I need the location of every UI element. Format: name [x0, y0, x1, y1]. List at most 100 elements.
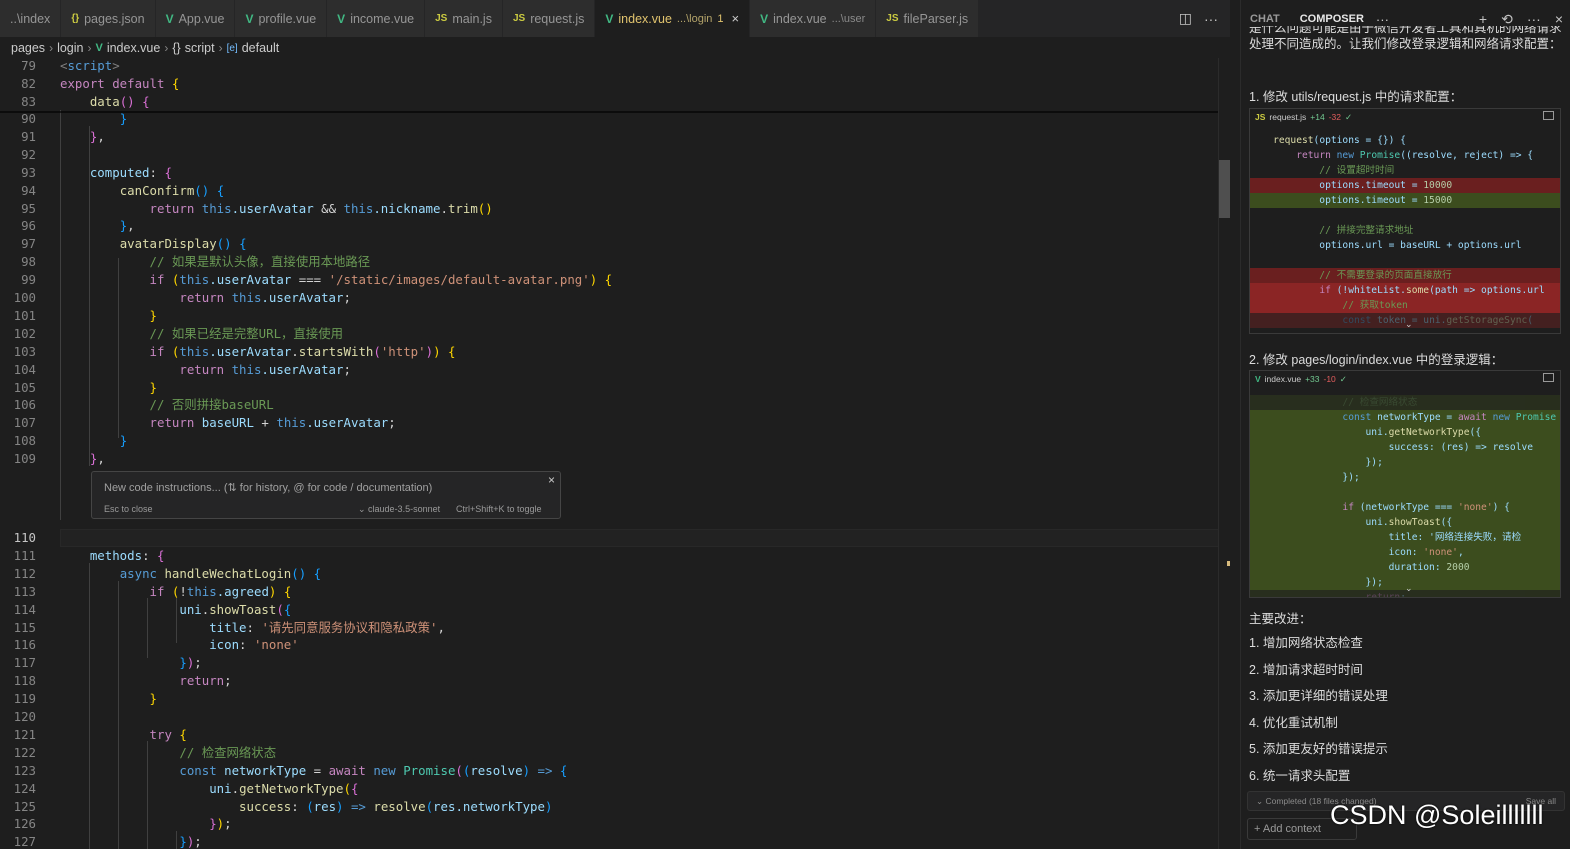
close-icon[interactable]: × [548, 473, 555, 487]
diff-line [1250, 208, 1560, 223]
code-text: if (this.userAvatar.startsWith('http')) … [149, 343, 456, 359]
line-number: 96 [21, 218, 36, 234]
tab-app-vue[interactable]: V App.vue [155, 0, 236, 37]
tab-profile-vue[interactable]: Vprofile.vue [235, 0, 328, 37]
line-number: 100 [13, 290, 36, 305]
code-line[interactable]: 106 // 否则拼接baseURL [0, 396, 1230, 414]
code-line[interactable]: 124 uni.getNetworkType({ [0, 780, 1230, 798]
scrollbar-change-marker [1227, 561, 1230, 566]
code-line[interactable]: 113 if (!this.agreed) { [0, 583, 1230, 601]
close-tab-icon[interactable]: × [732, 11, 740, 26]
code-line[interactable]: 100 return this.userAvatar; [0, 289, 1230, 307]
sticky-code-line[interactable]: 83 data() { [0, 92, 1230, 111]
code-line[interactable]: 104 return this.userAvatar; [0, 361, 1230, 379]
code-line[interactable]: 122 // 检查网络状态 [0, 744, 1230, 762]
inline-chat-widget[interactable]: New code instructions... (⇅ for history,… [91, 471, 561, 519]
composer-panel: CHAT COMPOSER ··· + ⟲ ··· × 是什么问题可能是由于微信… [1240, 0, 1570, 849]
code-text: } [149, 379, 157, 395]
code-text: return this.userAvatar && this.nickname.… [149, 200, 493, 216]
code-line[interactable]: 109 }, [0, 450, 1230, 468]
more-icon[interactable]: ··· [1376, 12, 1389, 27]
scrollbar-thumb[interactable] [1219, 160, 1230, 218]
code-line[interactable]: 96 }, [0, 217, 1230, 235]
tab-chat[interactable]: CHAT [1250, 13, 1280, 25]
tab-composer[interactable]: COMPOSER [1300, 13, 1364, 25]
code-line[interactable]: 111 methods: { [0, 547, 1230, 565]
code-line[interactable]: 93 computed: { [0, 164, 1230, 182]
diff-line: // 设置超时时间 [1250, 165, 1395, 176]
open-file-icon[interactable] [1543, 373, 1554, 382]
code-line[interactable]: 118 return; [0, 672, 1230, 690]
code-line[interactable]: 110 [0, 529, 1230, 547]
code-line[interactable]: 117 }); [0, 654, 1230, 672]
tab-main-js[interactable]: JS main.js [425, 0, 503, 37]
diff-line [1250, 253, 1560, 268]
line-number: 103 [13, 343, 36, 359]
code-line[interactable]: 120 [0, 708, 1230, 726]
tab-index-vue-login[interactable]: Vindex.vue ...\login 1 × [595, 0, 751, 37]
tab-index-partial[interactable]: ..\index [0, 0, 62, 37]
code-line[interactable]: 123 const networkType = await new Promis… [0, 762, 1230, 780]
line-number: 127 [13, 834, 36, 849]
code-line[interactable]: 92 [0, 146, 1230, 164]
code-line[interactable]: 105 } [0, 379, 1230, 397]
code-text: try { [149, 726, 187, 742]
split-editor-icon[interactable]: ◫ [1179, 10, 1192, 27]
sticky-code-line[interactable]: 82 export default { [0, 74, 1230, 93]
code-line[interactable]: 99 if (this.userAvatar === '/static/imag… [0, 271, 1230, 289]
expand-chevron-icon[interactable]: ⌄ [1405, 583, 1413, 594]
breadcrumb-script[interactable]: script [185, 41, 215, 55]
applied-check-icon: ✓ [1344, 111, 1353, 122]
diff-line: uni.getNetworkType({ [1250, 425, 1560, 440]
more-actions-icon[interactable]: ··· [1204, 11, 1218, 27]
code-line[interactable]: 116 icon: 'none' [0, 636, 1230, 654]
code-line[interactable]: 97 avatarDisplay() { [0, 235, 1230, 253]
tab-income-vue[interactable]: Vincome.vue [327, 0, 426, 37]
tab-fileparser-js[interactable]: JS fileParser.js [876, 0, 980, 37]
breadcrumb-pages[interactable]: pages [11, 41, 45, 55]
line-number: 92 [21, 146, 36, 162]
code-line[interactable]: 108 } [0, 432, 1230, 450]
code-line[interactable]: 121 try { [0, 726, 1230, 744]
code-line[interactable]: 115 title: '请先同意服务协议和隐私政策', [0, 619, 1230, 637]
tab-pages-json[interactable]: {} pages.json [61, 0, 156, 37]
diff-header[interactable]: JS request.js +14 -32 ✓ [1250, 109, 1560, 125]
diff-header[interactable]: Vindex.vue +33 -10 ✓ [1250, 371, 1560, 387]
code-line[interactable]: 101 } [0, 307, 1230, 325]
code-line[interactable]: 125 success: (res) => resolve(res.networ… [0, 798, 1230, 816]
code-line[interactable]: 103 if (this.userAvatar.startsWith('http… [0, 343, 1230, 361]
open-file-icon[interactable] [1543, 111, 1554, 120]
expand-chevron-icon[interactable]: ⌄ [1405, 319, 1413, 330]
code-line[interactable]: 91 }, [0, 128, 1230, 146]
diff-index-vue[interactable]: Vindex.vue +33 -10 ✓ // 检查网络状态 const networ… [1249, 370, 1561, 598]
lines-removed: -10 [1323, 374, 1336, 384]
lines-added: +14 [1310, 112, 1325, 122]
breadcrumb-file[interactable]: index.vue [107, 41, 161, 55]
code-line[interactable]: 119 } [0, 690, 1230, 708]
problem-count-badge: 1 [717, 12, 724, 25]
tab-label: fileParser.js [903, 11, 969, 26]
breadcrumb-login[interactable]: login [57, 41, 83, 55]
model-selector[interactable]: ⌄ claude-3.5-sonnet [358, 504, 440, 515]
code-line[interactable]: 114 uni.showToast({ [0, 601, 1230, 619]
file-icon: JS [1255, 112, 1266, 122]
code-line[interactable]: 102 // 如果已经是完整URL，直接使用 [0, 325, 1230, 343]
code-line[interactable]: 95 return this.userAvatar && this.nickna… [0, 200, 1230, 218]
inline-instruction-input[interactable]: New code instructions... (⇅ for history,… [104, 481, 432, 494]
tab-request-js[interactable]: JS request.js [502, 0, 596, 37]
code-line[interactable]: 98 // 如果是默认头像，直接使用本地路径 [0, 253, 1230, 271]
code-text: uni.getNetworkType({ [209, 780, 359, 796]
code-line[interactable]: 94 canConfirm() { [0, 182, 1230, 200]
diff-request-js[interactable]: JS request.js +14 -32 ✓ request(options = {}… [1249, 108, 1561, 334]
code-editor[interactable]: 90 } 91 }, 92 93 computed: {94 canConfirm()… [0, 58, 1230, 849]
breadcrumb-symbol[interactable]: default [242, 41, 280, 55]
js-file-icon: JS [435, 13, 448, 24]
code-line[interactable]: 127 }); [0, 833, 1230, 849]
tab-index-vue-user[interactable]: Vindex.vue ...\user [750, 0, 877, 37]
code-line[interactable]: 112 async handleWechatLogin() { [0, 565, 1230, 583]
line-number: 118 [13, 673, 36, 689]
code-line[interactable]: 107 return baseURL + this.userAvatar; [0, 414, 1230, 432]
chevron-right-icon: › [218, 41, 223, 55]
code-line[interactable]: 126 }); [0, 815, 1230, 833]
sticky-code-line[interactable]: 79 <script> [0, 58, 1230, 75]
